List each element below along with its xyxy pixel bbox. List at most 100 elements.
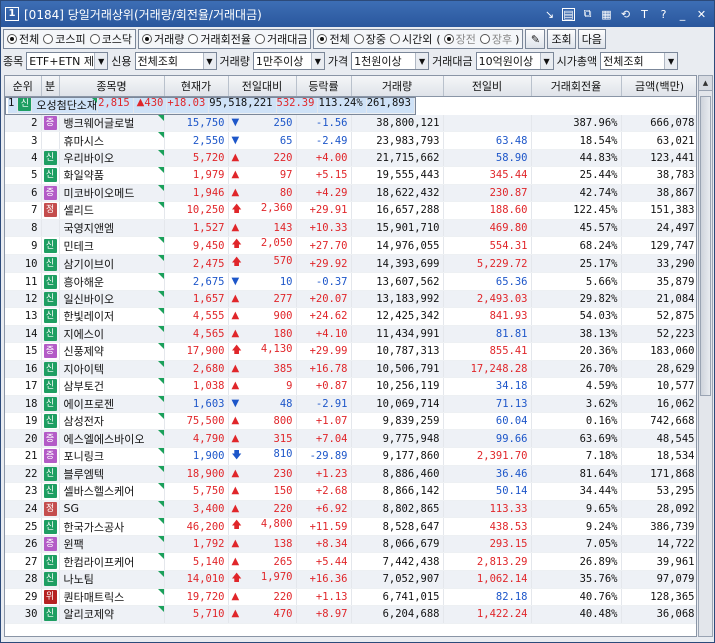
lookup-button[interactable]: 조회 [547,29,576,49]
radio-장전[interactable]: 장전 [443,31,476,47]
table-row[interactable]: 11 신 흥아해운 2,675 ▼ 10 -0.37 13,607,562 65.36 5.66%… [5,272,696,291]
stock-name[interactable]: 삼부토건 [64,380,104,393]
column-header[interactable]: 전일대비 [228,76,297,97]
table-row[interactable]: 14 신 지에스이 4,565 ▲ 180 +4.10 11,434,991 81.81 38.1… [5,325,696,343]
stock-name[interactable]: 뱅크웨어글로벌 [64,117,135,130]
stock-name[interactable]: 블루엠텍 [64,468,104,481]
stock-name[interactable]: 민테크 [64,240,94,253]
menu-icon[interactable]: ▤ [562,7,575,21]
stock-name[interactable]: 셀바스헬스케어 [64,485,135,498]
stock-name[interactable]: 윈팩 [64,538,84,551]
radio-장후[interactable]: 장후 [479,31,512,47]
radio-장중[interactable]: 장중 [353,31,386,47]
radio-시간외[interactable]: 시간외 [389,31,432,47]
table-row[interactable]: 9 신 민테크 9,450 🡅 2,050 +27.70 14,976,055 554.31 68… [5,236,696,256]
table-row[interactable]: 10 신 삼기이브이 2,475 🡅 570 +29.92 14,393,699 5,229.7… [5,254,696,274]
stock-name[interactable]: 한국가스공사 [64,521,125,534]
help-icon[interactable]: ? [657,8,670,21]
stock-name[interactable]: 휴마시스 [64,135,104,148]
stock-name[interactable]: 셀리드 [64,204,94,217]
stock-name[interactable]: 흥아해운 [64,276,104,289]
amount-filter-select[interactable]: 10억원이상 ▼ [475,52,554,70]
stock-name[interactable]: 에스엘에스바이오 [64,433,145,446]
stock-name[interactable]: 에이프로젠 [64,398,115,411]
table-row[interactable]: 29 위 퀀타매트릭스 19,720 ▲ 220 +1.13 6,741,015 82.18 40… [5,588,696,607]
table-row[interactable]: 23 신 셀바스헬스케어 5,750 ▲ 150 +2.68 8,866,142 50.14 34… [5,482,696,501]
credit-filter-select[interactable]: 전체조회 ▼ [134,52,217,70]
stock-name[interactable]: 지에스이 [64,328,104,341]
table-row[interactable]: 19 신 삼성전자 75,500 ▲ 800 +1.07 9,839,259 60.04 0.16… [5,412,696,431]
radio-거래회전율[interactable]: 거래회전율 [188,31,251,47]
column-header[interactable]: 거래량 [351,76,444,97]
column-header[interactable]: 종목명 [59,76,165,97]
font-icon[interactable]: T [638,8,651,21]
stock-name[interactable]: 알리코제약 [64,608,115,621]
sync-icon[interactable]: ⟲ [619,8,632,21]
table-row[interactable]: 15 증 신풍제약 17,900 🡅 4,130 +29.99 10,787,313 855.4… [5,342,696,361]
table-row[interactable]: 3 휴마시스 2,550 ▼ 65 -2.49 23,983,793 63.48 18.54% 6… [5,131,696,150]
stock-name[interactable]: 삼기이브이 [64,258,115,271]
table-row[interactable]: 12 신 일신바이오 1,657 ▲ 277 +20.07 13,183,992 2,493.0… [5,290,696,309]
stock-name[interactable]: 삼성전자 [64,415,104,428]
table-row[interactable]: 25 신 한국가스공사 46,200 🡅 4,800 +11.59 8,528,647 438.… [5,517,696,537]
stock-name[interactable]: 일신바이오 [64,293,115,306]
stock-name[interactable]: 미코바이오메드 [64,187,135,200]
vertical-scrollbar[interactable]: ▲ [698,75,713,637]
column-header[interactable]: 거래회전율 [531,76,622,97]
pin-icon[interactable]: ↘ [543,8,556,21]
table-row[interactable]: 20 증 에스엘에스바이오 4,790 ▲ 315 +7.04 9,775,948 99.66 6… [5,429,696,448]
column-header[interactable]: 현재가 [164,76,229,97]
radio-코스피[interactable]: 코스피 [43,31,86,47]
column-header[interactable]: 전일비 [443,76,532,97]
item-filter-select[interactable]: ETF+ETN 제 ▼ [26,52,109,70]
table-row[interactable]: 8 국영지앤엠 1,527 ▲ 143 +10.33 15,901,710 469.80 45.… [5,219,696,238]
settings-button[interactable]: ✎ [525,29,546,49]
table-row[interactable]: 17 신 삼부토건 1,038 ▲ 9 +0.87 10,256,119 34.18 4.59% 1… [5,377,696,396]
table-row[interactable]: 26 증 윈팩 1,792 ▲ 138 +8.34 8,066,679 293.15 7.05% 1… [5,535,696,554]
minimize-icon[interactable]: _ [676,8,689,21]
table-row[interactable]: 4 신 우리바이오 5,720 ▲ 220 +4.00 21,715,662 58.90 44.8… [5,149,696,168]
table-row[interactable]: 13 신 한빛레이저 4,555 ▲ 900 +24.62 12,425,342 841.93 5… [5,307,696,326]
scroll-up-icon[interactable]: ▲ [699,76,712,91]
stock-name[interactable]: 포니링크 [64,450,104,463]
table-row[interactable]: 21 증 포니링크 1,900 🡇 810 -29.89 9,177,860 2,391.70 7… [5,447,696,466]
column-header[interactable]: 분 [41,76,60,97]
stock-name[interactable]: 한컴라이프케어 [64,556,135,569]
stock-name[interactable]: 우리바이오 [64,152,115,165]
stock-name[interactable]: 나노팀 [64,573,94,586]
table-row[interactable]: 6 증 미코바이오메드 1,946 ▲ 80 +4.29 18,622,432 230.87 42… [5,184,696,202]
column-header[interactable]: 등락률 [296,76,352,97]
stock-name[interactable]: 화일약품 [64,169,104,182]
volume-filter-select[interactable]: 1만주이상 ▼ [252,52,325,70]
table-row[interactable]: 18 신 에이프로젠 1,603 ▼ 48 -2.91 10,069,714 71.13 3.62… [5,395,696,414]
table-row[interactable]: 2 증 뱅크웨어글로벌 15,750 ▼ 250 -1.56 38,800,121 387.96… [5,114,696,133]
table-row[interactable]: 5 신 화일약품 1,979 ▲ 97 +5.15 19,555,443 345.44 25.44… [5,166,696,185]
radio-거래대금[interactable]: 거래대금 [254,31,307,47]
radio-전체[interactable]: 전체 [317,31,350,47]
stock-name[interactable]: 지아이텍 [64,363,104,376]
table-row[interactable]: 1 신 오성첨단소재 2,815 ▲ 430 +18.03 95,518,221 532.39 1… [5,96,416,115]
column-header[interactable]: 금액(백만) [621,76,696,97]
stock-name[interactable]: 신풍제약 [64,345,104,358]
table-row[interactable]: 27 신 한컴라이프케어 5,140 ▲ 265 +5.44 7,442,438 2,813.2… [5,552,696,571]
radio-전체[interactable]: 전체 [7,31,39,47]
next-button[interactable]: 다음 [577,29,606,49]
price-filter-select[interactable]: 1천원이상 ▼ [351,52,430,70]
stock-name[interactable]: 국영지앤엠 [64,222,115,235]
table-row[interactable]: 30 신 알리코제약 5,710 ▲ 470 +8.97 6,204,688 1,422.24 4… [5,605,696,624]
table-row[interactable]: 28 신 나노팀 14,010 🡅 1,970 +16.36 7,052,907 1,062.1… [5,570,696,589]
radio-거래량[interactable]: 거래량 [142,31,184,47]
table-row[interactable]: 22 신 블루엠텍 18,900 ▲ 230 +1.23 8,886,460 36.46 81.6… [5,465,696,484]
radio-코스닥[interactable]: 코스닥 [89,31,132,47]
table-row[interactable]: 24 정 SG 3,400 ▲ 220 +6.92 8,802,865 113.33 9.65% 2… [5,500,696,519]
column-header[interactable]: 순위 [5,76,42,97]
cap-filter-select[interactable]: 전체조회 ▼ [600,52,679,70]
stock-name[interactable]: 오성첨단소재 [36,99,97,112]
stock-name[interactable]: SG [64,502,80,515]
layout-icon[interactable]: ▦ [600,8,613,21]
close-icon[interactable]: ✕ [695,8,708,21]
scroll-thumb[interactable] [700,96,711,396]
table-row[interactable]: 7 정 셀리드 10,250 🡅 2,360 +29.91 16,657,288 188.60 1… [5,201,696,220]
stock-name[interactable]: 한빛레이저 [64,310,115,323]
link-icon[interactable]: ⧉ [581,7,594,21]
